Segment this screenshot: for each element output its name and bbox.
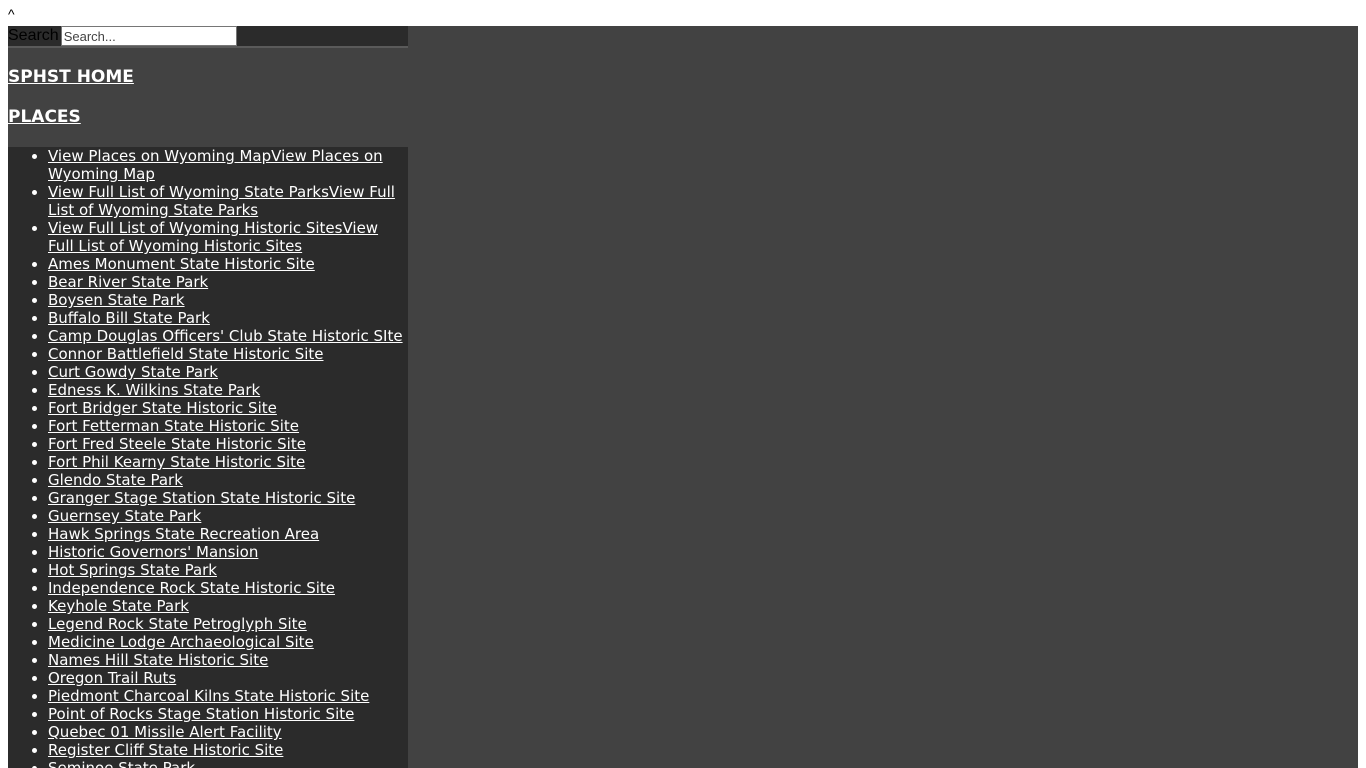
home-link[interactable]: SPHST HOME	[8, 67, 408, 87]
sidebar: Search SPHST HOME PLACES View Places on …	[8, 26, 408, 768]
place-list-item: Bear River State Park	[48, 273, 408, 291]
place-link[interactable]: Fort Fred Steele State Historic Site	[48, 435, 306, 453]
nav-headings: SPHST HOME PLACES	[8, 48, 408, 127]
place-list-item: Edness K. Wilkins State Park	[48, 381, 408, 399]
places-list: View Places on Wyoming MapView Places on…	[8, 147, 408, 768]
place-link[interactable]: Guernsey State Park	[48, 507, 201, 525]
place-link[interactable]: Hawk Springs State Recreation Area	[48, 525, 319, 543]
place-link[interactable]: Boysen State Park	[48, 291, 185, 309]
place-link[interactable]: Oregon Trail Ruts	[48, 669, 176, 687]
place-list-item: Legend Rock State Petroglyph Site	[48, 615, 408, 633]
place-list-item: Glendo State Park	[48, 471, 408, 489]
place-list-item: Hawk Springs State Recreation Area	[48, 525, 408, 543]
place-link[interactable]: Curt Gowdy State Park	[48, 363, 218, 381]
place-link[interactable]: Camp Douglas Officers' Club State Histor…	[48, 327, 403, 345]
place-list-item: Boysen State Park	[48, 291, 408, 309]
place-list-item: View Places on Wyoming MapView Places on…	[48, 147, 408, 183]
place-link[interactable]: Register Cliff State Historic Site	[48, 741, 283, 759]
place-list-item: Fort Fetterman State Historic Site	[48, 417, 408, 435]
place-link[interactable]: Glendo State Park	[48, 471, 183, 489]
place-link[interactable]: Fort Fetterman State Historic Site	[48, 417, 299, 435]
place-link[interactable]: Medicine Lodge Archaeological Site	[48, 633, 314, 651]
place-list-item: Camp Douglas Officers' Club State Histor…	[48, 327, 408, 345]
place-list-item: Fort Fred Steele State Historic Site	[48, 435, 408, 453]
place-list-item: Keyhole State Park	[48, 597, 408, 615]
place-link[interactable]: Ames Monument State Historic Site	[48, 255, 315, 273]
search-bar: Search	[8, 26, 408, 48]
place-link[interactable]: Historic Governors' Mansion	[48, 543, 258, 561]
place-link[interactable]: Keyhole State Park	[48, 597, 189, 615]
place-link[interactable]: Legend Rock State Petroglyph Site	[48, 615, 307, 633]
place-list-item: Point of Rocks Stage Station Historic Si…	[48, 705, 408, 723]
place-list-item: Guernsey State Park	[48, 507, 408, 525]
place-link[interactable]: View Places on Wyoming MapView Places on…	[48, 147, 383, 183]
scroll-top-caret[interactable]: ^	[8, 6, 15, 22]
place-link[interactable]: Fort Phil Kearny State Historic Site	[48, 453, 305, 471]
place-list-item: Buffalo Bill State Park	[48, 309, 408, 327]
place-link[interactable]: Seminoe State Park	[48, 759, 195, 768]
place-link[interactable]: Point of Rocks Stage Station Historic Si…	[48, 705, 354, 723]
place-list-item: Hot Springs State Park	[48, 561, 408, 579]
place-list-item: Ames Monument State Historic Site	[48, 255, 408, 273]
place-list-item: Connor Battlefield State Historic Site	[48, 345, 408, 363]
place-list-item: Register Cliff State Historic Site	[48, 741, 408, 759]
place-list-item: Names Hill State Historic Site	[48, 651, 408, 669]
place-link[interactable]: Buffalo Bill State Park	[48, 309, 210, 327]
search-label: Search	[8, 27, 59, 44]
place-link[interactable]: View Full List of Wyoming State ParksVie…	[48, 183, 395, 219]
place-link[interactable]: Bear River State Park	[48, 273, 208, 291]
place-link[interactable]: Quebec 01 Missile Alert Facility	[48, 723, 282, 741]
place-list-item: Historic Governors' Mansion	[48, 543, 408, 561]
place-link[interactable]: Connor Battlefield State Historic Site	[48, 345, 324, 363]
place-link[interactable]: View Full List of Wyoming Historic Sites…	[48, 219, 378, 255]
places-list-container: View Places on Wyoming MapView Places on…	[8, 147, 408, 768]
place-list-item: Medicine Lodge Archaeological Site	[48, 633, 408, 651]
place-list-item: View Full List of Wyoming State ParksVie…	[48, 183, 408, 219]
page: ^ Search SPHST HOME PLACES View Places o…	[0, 0, 1366, 768]
place-list-item: Granger Stage Station State Historic Sit…	[48, 489, 408, 507]
place-link[interactable]: Piedmont Charcoal Kilns State Historic S…	[48, 687, 369, 705]
place-link[interactable]: Granger Stage Station State Historic Sit…	[48, 489, 355, 507]
search-input[interactable]	[60, 26, 237, 46]
place-list-item: Independence Rock State Historic Site	[48, 579, 408, 597]
place-list-item: Seminoe State Park	[48, 759, 408, 768]
place-list-item: Fort Bridger State Historic Site	[48, 399, 408, 417]
place-link[interactable]: Fort Bridger State Historic Site	[48, 399, 277, 417]
place-list-item: Quebec 01 Missile Alert Facility	[48, 723, 408, 741]
place-list-item: Curt Gowdy State Park	[48, 363, 408, 381]
place-list-item: Oregon Trail Ruts	[48, 669, 408, 687]
place-link[interactable]: Names Hill State Historic Site	[48, 651, 268, 669]
places-link[interactable]: PLACES	[8, 107, 408, 127]
place-list-item: View Full List of Wyoming Historic Sites…	[48, 219, 408, 255]
place-link[interactable]: Independence Rock State Historic Site	[48, 579, 335, 597]
place-list-item: Piedmont Charcoal Kilns State Historic S…	[48, 687, 408, 705]
place-link[interactable]: Hot Springs State Park	[48, 561, 217, 579]
place-list-item: Fort Phil Kearny State Historic Site	[48, 453, 408, 471]
place-link[interactable]: Edness K. Wilkins State Park	[48, 381, 260, 399]
